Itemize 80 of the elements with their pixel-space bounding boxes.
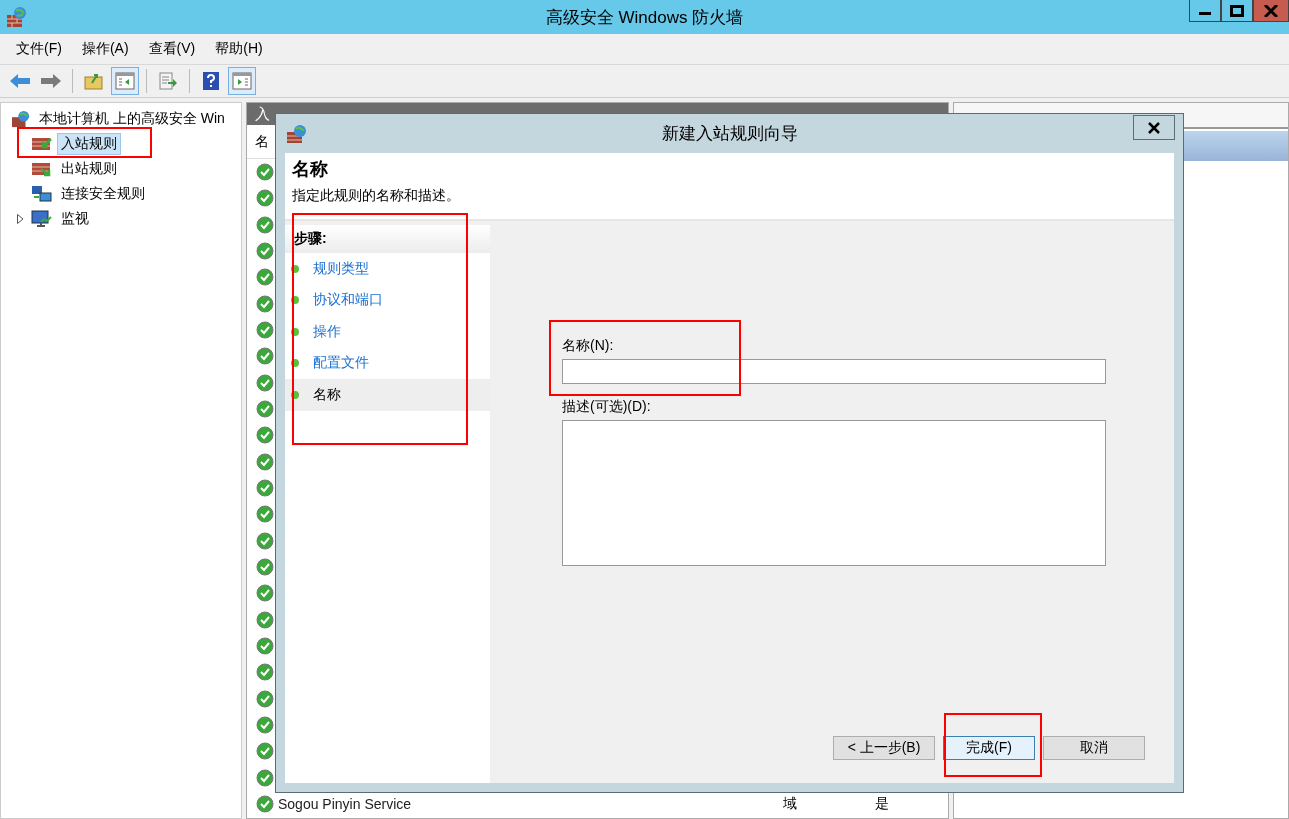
check-circle-icon bbox=[256, 716, 274, 735]
maximize-button[interactable] bbox=[1221, 0, 1253, 22]
field-label: 描述(可选)(D): bbox=[562, 398, 651, 416]
minimize-icon bbox=[1199, 12, 1211, 15]
tree-item[interactable]: 出站规则 bbox=[57, 157, 121, 180]
tree-item[interactable]: 连接安全规则 bbox=[57, 182, 149, 205]
check-circle-icon bbox=[256, 637, 274, 656]
folder-arrow-icon bbox=[84, 72, 104, 90]
check-circle-icon bbox=[256, 558, 274, 577]
check-circle-icon bbox=[256, 505, 274, 524]
firewall-globe-icon bbox=[11, 109, 31, 128]
page-heading: 名称 bbox=[292, 158, 329, 181]
check-circle-icon bbox=[256, 373, 274, 392]
expand-arrow-icon[interactable] bbox=[17, 213, 24, 224]
dialog-button[interactable]: 完成(F) bbox=[943, 736, 1035, 760]
right-pane-icon bbox=[232, 72, 252, 90]
check-circle-icon bbox=[256, 215, 274, 234]
check-circle-icon bbox=[256, 400, 274, 419]
step-dot-icon bbox=[291, 359, 299, 368]
check-circle-icon bbox=[256, 531, 274, 550]
step-dot-icon bbox=[291, 296, 299, 305]
check-circle-icon bbox=[256, 663, 274, 682]
step-link[interactable]: 名称 bbox=[313, 385, 341, 404]
check-circle-icon bbox=[256, 452, 274, 471]
name-input-field[interactable] bbox=[562, 359, 1106, 384]
left-pane-icon bbox=[115, 72, 135, 90]
check-circle-icon bbox=[256, 610, 274, 629]
dialog-title: 新建入站规则向导 bbox=[661, 123, 798, 145]
step-link[interactable]: 配置文件 bbox=[313, 354, 369, 373]
close-icon bbox=[1147, 121, 1161, 134]
page-description: 指定此规则的名称和描述。 bbox=[292, 187, 461, 205]
check-circle-icon bbox=[256, 294, 274, 313]
check-circle-icon bbox=[256, 479, 274, 498]
close-button[interactable] bbox=[1133, 115, 1175, 140]
check-circle-icon bbox=[256, 426, 274, 445]
menu-item[interactable]: 帮助(H) bbox=[207, 40, 271, 58]
tree-item[interactable]: 入站规则 bbox=[57, 132, 121, 155]
left-arrow-icon bbox=[9, 72, 31, 90]
check-circle-icon bbox=[256, 321, 274, 340]
close-icon bbox=[1264, 4, 1278, 17]
check-circle-icon bbox=[256, 189, 274, 208]
check-circle-icon bbox=[256, 742, 274, 761]
check-circle-icon bbox=[256, 347, 274, 366]
field-label: 名称(N): bbox=[562, 337, 614, 355]
firewall-globe-icon bbox=[6, 6, 28, 28]
minimize-button[interactable] bbox=[1189, 0, 1221, 22]
help-icon bbox=[202, 71, 220, 91]
check-circle-icon bbox=[256, 268, 274, 287]
step-dot-icon bbox=[291, 264, 299, 273]
menu-item[interactable]: 查看(V) bbox=[140, 40, 204, 58]
table-cell: 域 bbox=[783, 795, 797, 814]
column-header[interactable]: 名 bbox=[255, 132, 269, 151]
check-circle-icon bbox=[256, 163, 274, 182]
computers-icon bbox=[31, 184, 53, 203]
window-title: 高级安全 Windows 防火墙 bbox=[545, 6, 744, 29]
right-arrow-icon bbox=[40, 72, 62, 90]
dialog-button[interactable]: < 上一步(B) bbox=[833, 736, 935, 760]
panel-title: 入 bbox=[255, 104, 270, 124]
firewall-globe-icon bbox=[286, 123, 308, 144]
menu-item[interactable]: 文件(F) bbox=[8, 40, 70, 58]
step-link[interactable]: 规则类型 bbox=[313, 259, 369, 278]
check-circle-icon bbox=[256, 689, 274, 708]
step-dot-icon bbox=[291, 390, 299, 399]
tree-item[interactable]: 本地计算机 上的高级安全 Win bbox=[35, 107, 229, 130]
check-circle-icon bbox=[256, 242, 274, 261]
tree-item[interactable]: 监视 bbox=[57, 207, 93, 230]
step-link[interactable]: 操作 bbox=[313, 322, 341, 341]
step-dot-icon bbox=[291, 327, 299, 336]
table-cell: 是 bbox=[875, 795, 889, 814]
tree-pane-button[interactable] bbox=[111, 67, 139, 95]
check-circle-icon bbox=[256, 768, 274, 787]
dialog-button[interactable]: 取消 bbox=[1043, 736, 1145, 760]
step-link[interactable]: 协议和端口 bbox=[313, 291, 383, 310]
maximize-icon bbox=[1230, 4, 1244, 17]
menu-item[interactable]: 操作(A) bbox=[73, 40, 137, 58]
check-circle-icon bbox=[256, 584, 274, 603]
monitor-icon bbox=[31, 209, 53, 228]
check-circle-icon bbox=[256, 795, 274, 814]
table-cell: Sogou Pinyin Service bbox=[278, 796, 412, 813]
document-arrow-icon bbox=[158, 72, 178, 90]
